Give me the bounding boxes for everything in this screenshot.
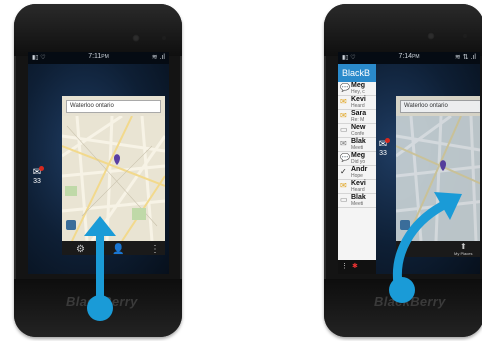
email-icon: ✉ bbox=[340, 111, 347, 120]
message-sender: New bbox=[351, 124, 366, 131]
hub-message-row[interactable]: ✉ Kevi Heard bbox=[338, 96, 376, 110]
swipe-curve-arrow bbox=[389, 192, 462, 303]
hub-peek[interactable]: ✉ 33 bbox=[376, 138, 390, 157]
notification-dot bbox=[385, 138, 390, 143]
status-time-suffix: PM bbox=[412, 54, 420, 60]
message-preview: Confe bbox=[351, 131, 365, 137]
wifi-signal-icon: ≋ .ıl bbox=[151, 54, 165, 61]
message-preview: Hey, c bbox=[351, 89, 365, 95]
hub-message-row[interactable]: ✓ Andr Hope bbox=[338, 166, 376, 180]
right-phone: BlackBerry ▮▯ ♡ 7:14PM ≋ ⇅ .ıl ✉ 33 Wate… bbox=[324, 4, 482, 337]
status-time: 7:14 bbox=[398, 53, 413, 60]
message-preview: Meeti bbox=[351, 145, 364, 151]
wifi-signal-icon: ≋ ⇅ .ıl bbox=[454, 54, 476, 61]
message-sender: Kevi bbox=[351, 96, 366, 103]
message-list: 💬 Meg Hey, c ✉ Kevi Heard ✉ Sara Re: M ▭ New Confe ✉… bbox=[338, 82, 376, 208]
hub-message-row[interactable]: 💬 Meg Did yo bbox=[338, 152, 376, 166]
overflow-menu-icon[interactable]: ⋮ bbox=[341, 262, 348, 270]
hub-count: 33 bbox=[33, 178, 41, 185]
led-indicator bbox=[463, 34, 467, 38]
status-time: 7:11 bbox=[88, 53, 102, 60]
hub-message-row[interactable]: ✉ Sara Re: M bbox=[338, 110, 376, 124]
hub-menu-icon[interactable]: ✱ bbox=[352, 262, 358, 270]
check-icon: ✓ bbox=[340, 167, 347, 176]
phone-top-bezel bbox=[324, 4, 482, 56]
message-sender: Andr bbox=[351, 166, 368, 173]
bbm-icon: 💬 bbox=[340, 153, 350, 162]
phone-top-bezel bbox=[14, 4, 182, 56]
sms-icon: ▭ bbox=[340, 125, 348, 134]
camera-icon bbox=[427, 32, 435, 40]
overflow-menu-icon[interactable]: ⋮ bbox=[150, 244, 160, 255]
hub-message-row[interactable]: ✉ Kevi Heard bbox=[338, 180, 376, 194]
hub-title: BlackB bbox=[338, 64, 376, 82]
search-input[interactable]: Waterloo ontario bbox=[66, 100, 161, 113]
message-sender: Meg bbox=[351, 82, 365, 89]
swipe-up-arrow bbox=[84, 216, 116, 321]
blackberry-hub-panel[interactable]: BlackB 💬 Meg Hey, c ✉ Kevi Heard ✉ Sara Re: M ▭ Ne… bbox=[338, 64, 376, 274]
hub-peek[interactable]: ✉ 33 bbox=[30, 166, 44, 185]
hub-message-row[interactable]: ▭ Blak Meeti bbox=[338, 194, 376, 208]
message-preview: Hope bbox=[351, 173, 363, 179]
left-phone: BlackBerry ▮▯ ♡ 7:11PM ≋ .ıl ✉ 33 Waterl… bbox=[14, 4, 182, 337]
hub-message-row[interactable]: ✉ Blak Meeti bbox=[338, 138, 376, 152]
hub-message-row[interactable]: 💬 Meg Hey, c bbox=[338, 82, 376, 96]
message-preview: Heard bbox=[351, 187, 365, 193]
search-input[interactable]: Waterloo ontario bbox=[400, 100, 480, 113]
email-icon: ✉ bbox=[340, 181, 347, 190]
message-sender: Meg bbox=[351, 152, 365, 159]
message-preview: Re: M bbox=[351, 117, 365, 123]
status-bar: ▮▯ ♡ 7:14PM ≋ ⇅ .ıl bbox=[338, 52, 480, 64]
message-preview: Did yo bbox=[351, 159, 366, 165]
message-sender: Sara bbox=[351, 110, 367, 117]
email-icon: ✉ bbox=[340, 97, 347, 106]
message-sender: Blak bbox=[351, 194, 366, 201]
led-indicator bbox=[162, 36, 166, 40]
message-sender: Blak bbox=[351, 138, 366, 145]
message-preview: Heard bbox=[351, 103, 365, 109]
bbm-icon: 💬 bbox=[340, 83, 350, 92]
notification-dot bbox=[39, 166, 44, 171]
hub-bottom-bar: ⋮ ✱ bbox=[338, 260, 376, 274]
message-sender: Kevi bbox=[351, 180, 366, 187]
message-preview: Meeti bbox=[351, 201, 364, 207]
sms-icon: ▭ bbox=[340, 195, 348, 204]
app-icon[interactable] bbox=[66, 220, 76, 230]
status-bar: ▮▯ ♡ 7:11PM ≋ .ıl bbox=[28, 52, 169, 64]
email-open-icon: ✉ bbox=[340, 139, 347, 148]
hub-message-row[interactable]: ▭ New Confe bbox=[338, 124, 376, 138]
hub-count: 33 bbox=[379, 150, 387, 157]
camera-icon bbox=[132, 34, 140, 42]
status-time-suffix: PM bbox=[101, 54, 109, 60]
